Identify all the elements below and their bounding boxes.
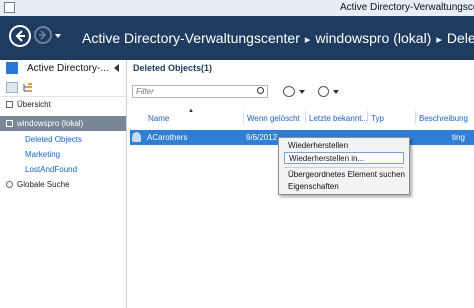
divider (0, 96, 126, 97)
cell-description: ting (452, 133, 465, 142)
nav-item-domain-label: windowspro (lokal) (17, 119, 84, 128)
back-arrow-icon (15, 30, 25, 42)
breadcrumb-item-container[interactable]: Dele (447, 30, 474, 46)
chevron-down-icon[interactable] (299, 90, 305, 94)
tree-icon (23, 83, 32, 92)
domain-icon (6, 120, 13, 127)
column-header-name[interactable]: Name (148, 114, 169, 123)
menu-divider (284, 167, 404, 168)
ad-console-icon (6, 62, 18, 74)
sort-indicator-icon: ▲ (188, 108, 194, 114)
filter-input[interactable] (132, 85, 268, 98)
breadcrumb-item-root[interactable]: Active Directory-Verwaltungscenter (82, 30, 300, 46)
nav-item-marketing[interactable]: Marketing (25, 150, 60, 159)
object-count: (1) (201, 63, 212, 73)
window-title: Active Directory-Verwaltungscenter (340, 2, 474, 13)
column-header-last-known-parent[interactable]: Letzte bekannt... (309, 114, 368, 123)
breadcrumb: Active Directory-Verwaltungscenter ▸ windo… (82, 30, 474, 46)
breadcrumb-item-domain[interactable]: windowspro (lokal) (315, 30, 431, 46)
cell-name: ACarothers (147, 133, 188, 142)
search-icon[interactable] (257, 87, 264, 94)
user-icon (132, 132, 141, 142)
filter-options-icon[interactable] (283, 86, 295, 97)
add-criteria-icon[interactable] (318, 86, 329, 97)
chevron-down-icon[interactable] (333, 90, 339, 94)
overview-icon (6, 101, 13, 108)
column-header-description[interactable]: Beschreibung (419, 114, 468, 123)
nav-item-deleted-objects[interactable]: Deleted Objects (25, 135, 82, 144)
forward-arrow-icon (39, 30, 47, 40)
column-divider[interactable] (305, 111, 306, 123)
history-dropdown-icon[interactable] (55, 34, 61, 38)
breadcrumb-separator-icon: ▸ (436, 34, 442, 46)
column-header-type[interactable]: Typ (371, 114, 384, 123)
nav-item-global-search[interactable]: Globale Suche (17, 180, 69, 189)
forward-button[interactable] (34, 26, 52, 44)
tree-view-tab[interactable] (22, 82, 34, 93)
menu-item-locate-parent[interactable]: Übergeordnetes Element suchen (284, 169, 405, 181)
list-view-tab[interactable] (6, 82, 18, 93)
menu-item-properties[interactable]: Eigenschaften (284, 181, 404, 193)
app-icon (4, 2, 15, 13)
menu-item-restore-to[interactable]: Wiederherstellen in... (284, 152, 404, 164)
section-title: Deleted Objects (133, 63, 202, 73)
column-divider[interactable] (367, 111, 368, 123)
nav-item-overview[interactable]: Übersicht (17, 100, 51, 109)
menu-item-restore[interactable]: Wiederherstellen (284, 140, 404, 152)
column-divider[interactable] (243, 111, 244, 123)
global-search-icon (6, 181, 13, 188)
column-divider[interactable] (415, 111, 416, 123)
breadcrumb-separator-icon: ▸ (304, 34, 311, 46)
back-button[interactable] (9, 25, 31, 47)
navigation-pane-title: Active Directory-... (27, 63, 109, 74)
cell-when-deleted: 9/6/2012 (246, 133, 278, 142)
collapse-pane-icon[interactable] (114, 64, 119, 72)
nav-item-lost-and-found[interactable]: LostAndFound (25, 165, 77, 174)
column-header-when-deleted[interactable]: Wenn gelöscht (247, 114, 300, 123)
